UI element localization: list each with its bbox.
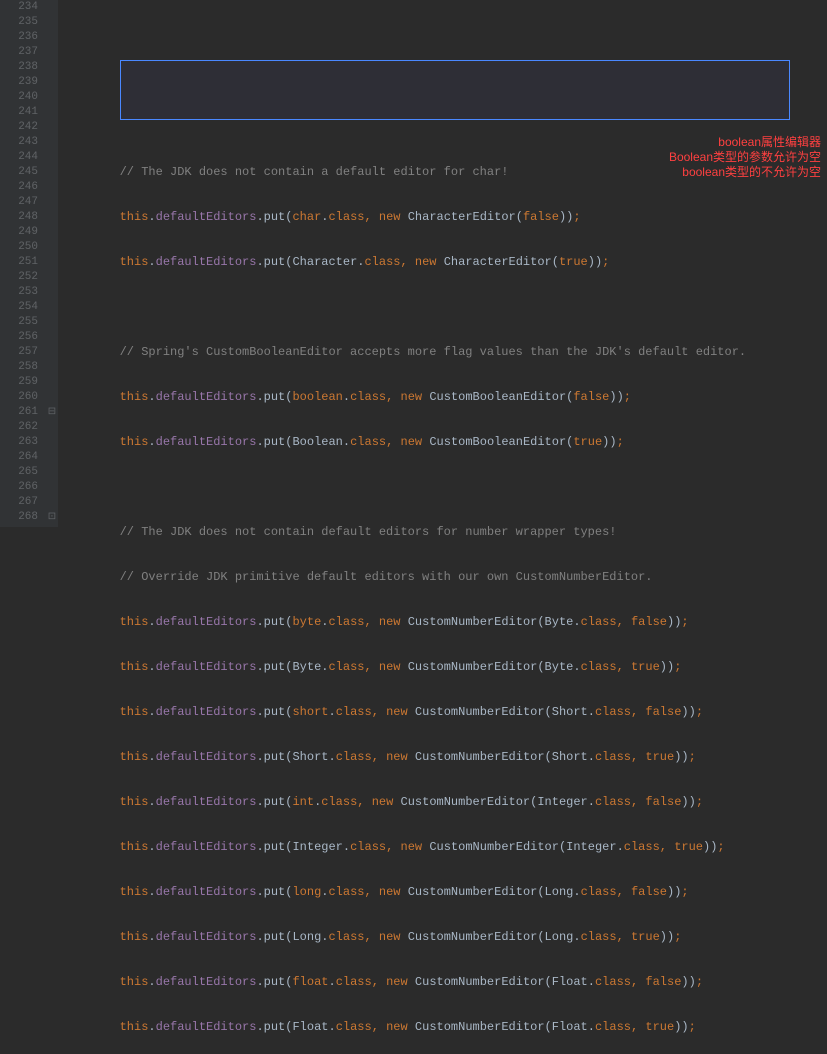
code-line: this.defaultEditors.put(Long.class, new …: [62, 930, 827, 945]
fold-marker: [46, 240, 58, 255]
line-number: 245: [4, 165, 38, 180]
line-number: 251: [4, 255, 38, 270]
line-number: 241: [4, 105, 38, 120]
fold-marker: [46, 375, 58, 390]
code-line: [62, 480, 827, 495]
line-number: 242: [4, 120, 38, 135]
fold-marker: [46, 255, 58, 270]
code-line: // Spring's CustomBooleanEditor accepts …: [62, 345, 827, 360]
code-line: // The JDK does not contain default edit…: [62, 525, 827, 540]
line-number: 262: [4, 420, 38, 435]
code-line: [62, 120, 827, 135]
fold-marker: [46, 195, 58, 210]
fold-marker: [46, 390, 58, 405]
line-number: 236: [4, 30, 38, 45]
fold-marker: [46, 270, 58, 285]
line-number: 243: [4, 135, 38, 150]
fold-marker: [46, 345, 58, 360]
line-number: 263: [4, 435, 38, 450]
fold-marker: [46, 15, 58, 30]
fold-marker: [46, 45, 58, 60]
line-number: 238: [4, 60, 38, 75]
fold-marker: [46, 120, 58, 135]
code-line: this.defaultEditors.put(Float.class, new…: [62, 1020, 827, 1035]
fold-marker: [46, 495, 58, 510]
line-number: 264: [4, 450, 38, 465]
fold-marker: [46, 435, 58, 450]
code-line: this.defaultEditors.put(boolean.class, n…: [62, 390, 827, 405]
code-line: [62, 300, 827, 315]
line-number: 254: [4, 300, 38, 315]
fold-marker: [46, 315, 58, 330]
code-line: this.defaultEditors.put(Short.class, new…: [62, 750, 827, 765]
fold-marker: [46, 285, 58, 300]
fold-marker: [46, 180, 58, 195]
line-number: 256: [4, 330, 38, 345]
code-line: this.defaultEditors.put(long.class, new …: [62, 885, 827, 900]
line-number: 246: [4, 180, 38, 195]
fold-marker: [46, 225, 58, 240]
code-line: this.defaultEditors.put(float.class, new…: [62, 975, 827, 990]
fold-marker: [46, 450, 58, 465]
line-number: 240: [4, 90, 38, 105]
fold-marker: [46, 420, 58, 435]
fold-marker: [46, 75, 58, 90]
fold-marker: [46, 90, 58, 105]
code-line: this.defaultEditors.put(Boolean.class, n…: [62, 435, 827, 450]
line-number: 255: [4, 315, 38, 330]
line-number: 237: [4, 45, 38, 60]
annotation-2: Boolean类型的参数允许为空: [669, 150, 821, 165]
fold-column[interactable]: ⊟⊡: [46, 0, 58, 527]
line-number: 260: [4, 390, 38, 405]
selection-highlight: [120, 60, 790, 120]
line-number: 250: [4, 240, 38, 255]
line-number: 244: [4, 150, 38, 165]
line-number: 234: [4, 0, 38, 15]
fold-marker: [46, 150, 58, 165]
code-line: this.defaultEditors.put(Integer.class, n…: [62, 840, 827, 855]
fold-marker: [46, 300, 58, 315]
fold-marker: [46, 165, 58, 180]
annotation-1: boolean属性编辑器: [718, 135, 821, 150]
fold-marker: [46, 330, 58, 345]
line-number: 267: [4, 495, 38, 510]
line-number: 247: [4, 195, 38, 210]
code-editor[interactable]: 2342352362372382392402412422432442452462…: [0, 0, 827, 527]
code-line: this.defaultEditors.put(byte.class, new …: [62, 615, 827, 630]
code-area[interactable]: boolean属性编辑器 Boolean类型的参数允许为空 boolean类型的…: [58, 0, 827, 527]
fold-marker[interactable]: ⊟: [46, 405, 58, 420]
line-number: 252: [4, 270, 38, 285]
code-line: this.defaultEditors.put(int.class, new C…: [62, 795, 827, 810]
fold-marker: [46, 30, 58, 45]
fold-marker: [46, 60, 58, 75]
line-number: 268: [4, 510, 38, 525]
line-number: 257: [4, 345, 38, 360]
fold-marker: [46, 210, 58, 225]
line-number: 253: [4, 285, 38, 300]
line-number: 235: [4, 15, 38, 30]
line-number: 261: [4, 405, 38, 420]
fold-marker[interactable]: ⊡: [46, 510, 58, 525]
code-line: this.defaultEditors.put(Byte.class, new …: [62, 660, 827, 675]
line-number-gutter: 2342352362372382392402412422432442452462…: [0, 0, 46, 527]
code-line: this.defaultEditors.put(Character.class,…: [62, 255, 827, 270]
code-line: // The JDK does not contain a default ed…: [62, 165, 827, 180]
code-line: this.defaultEditors.put(char.class, new …: [62, 210, 827, 225]
code-line: this.defaultEditors.put(short.class, new…: [62, 705, 827, 720]
fold-marker: [46, 360, 58, 375]
line-number: 265: [4, 465, 38, 480]
code-line: // Override JDK primitive default editor…: [62, 570, 827, 585]
fold-marker: [46, 465, 58, 480]
fold-marker: [46, 135, 58, 150]
line-number: 266: [4, 480, 38, 495]
line-number: 248: [4, 210, 38, 225]
fold-marker: [46, 105, 58, 120]
line-number: 239: [4, 75, 38, 90]
line-number: 258: [4, 360, 38, 375]
line-number: 259: [4, 375, 38, 390]
fold-marker: [46, 480, 58, 495]
line-number: 249: [4, 225, 38, 240]
fold-marker: [46, 0, 58, 15]
